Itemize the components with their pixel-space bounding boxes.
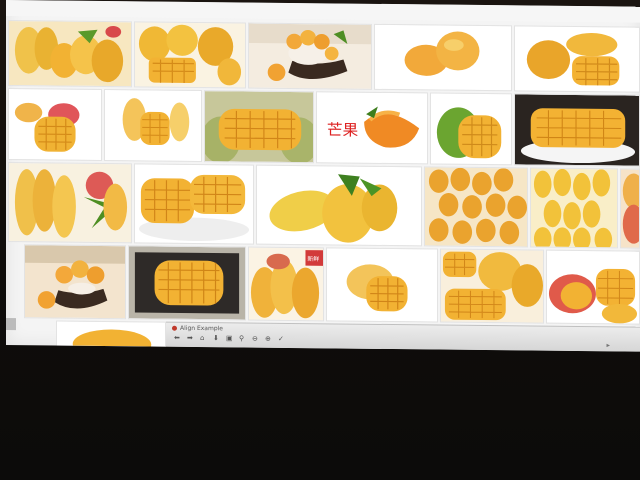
mango-image xyxy=(621,169,639,248)
forward-icon[interactable]: ➡ xyxy=(187,334,194,342)
filter-item[interactable] xyxy=(156,9,160,11)
mango-image xyxy=(249,23,371,89)
mango-image xyxy=(105,90,201,162)
filter-item[interactable] xyxy=(36,7,40,9)
mango-tile-8[interactable] xyxy=(204,90,314,164)
mango-image xyxy=(327,248,437,322)
mango-image xyxy=(515,26,639,92)
cursor-icon: ▸ xyxy=(606,341,610,350)
mango-image xyxy=(257,165,421,246)
mango-tile-2[interactable] xyxy=(134,21,246,89)
filter-item[interactable] xyxy=(192,9,196,11)
filter-item[interactable] xyxy=(84,8,88,10)
mango-image xyxy=(531,168,617,248)
mango-tile-10[interactable] xyxy=(430,92,512,166)
mango-image xyxy=(375,24,511,91)
tool-icon[interactable]: ✓ xyxy=(278,335,285,343)
filter-item[interactable] xyxy=(180,9,184,11)
save-icon[interactable]: ▣ xyxy=(226,334,233,342)
viewer-toolbar: Align Example ⬅ ➡ ⌂ ⬇ ▣ ⚲ ⊖ ⊕ ✓ ▸ xyxy=(166,321,640,352)
mango-tile-7[interactable] xyxy=(104,89,202,163)
mango-tile-19[interactable] xyxy=(128,245,246,321)
mango-tile-21[interactable] xyxy=(326,247,438,323)
filter-item[interactable] xyxy=(216,9,220,11)
mango-image xyxy=(129,246,245,320)
mango-image xyxy=(205,91,313,163)
filter-item[interactable] xyxy=(72,8,76,10)
mango-tile-18[interactable] xyxy=(24,244,126,320)
filter-item[interactable] xyxy=(108,8,112,10)
filter-item[interactable] xyxy=(12,7,16,9)
mango-tile-17[interactable] xyxy=(620,168,640,249)
badge-text: 新鲜 xyxy=(307,255,319,263)
back-icon[interactable]: ⬅ xyxy=(174,334,181,342)
mango-tile-1[interactable] xyxy=(8,20,132,88)
watermark-text: 芒果 xyxy=(327,120,359,139)
mango-image xyxy=(431,93,511,165)
window-edge xyxy=(6,318,16,331)
mango-tile-11[interactable] xyxy=(514,93,640,167)
mango-tile-16[interactable] xyxy=(530,167,618,249)
filter-item[interactable] xyxy=(168,9,172,11)
filter-item[interactable] xyxy=(48,7,52,9)
mango-tile-13[interactable] xyxy=(134,163,254,245)
mango-image xyxy=(135,164,253,244)
mango-image xyxy=(57,321,165,347)
mango-image xyxy=(9,89,101,160)
filter-item[interactable] xyxy=(132,8,136,10)
filter-item[interactable] xyxy=(204,9,208,11)
mango-tile-20[interactable]: 新鲜 xyxy=(248,246,324,322)
mango-tile-6[interactable] xyxy=(8,88,102,162)
filter-item[interactable] xyxy=(144,8,148,10)
mango-image xyxy=(515,94,639,166)
mango-image xyxy=(9,21,131,87)
mango-image xyxy=(547,250,639,324)
app-icon xyxy=(172,325,177,331)
search-icon[interactable]: ⚲ xyxy=(239,334,246,342)
mango-tile-9[interactable]: 芒果 xyxy=(316,91,428,165)
toolbar-title: Align Example xyxy=(180,324,223,333)
screen: 芒果 新鲜 Align Example ⬅ ➡ ⌂ ⬇ ▣ ⚲ ⊖ ⊕ ✓ ▸ xyxy=(6,0,640,352)
mango-image xyxy=(9,163,131,243)
image-results-grid: 芒果 新鲜 xyxy=(6,16,640,352)
mango-image: 芒果 xyxy=(317,92,427,164)
toolbar-icons: ⬅ ➡ ⌂ ⬇ ▣ ⚲ ⊖ ⊕ ✓ xyxy=(174,334,285,343)
down-icon[interactable]: ⬇ xyxy=(213,334,220,342)
zoom-out-icon[interactable]: ⊖ xyxy=(252,335,259,343)
mango-tile-4[interactable] xyxy=(374,23,512,92)
filter-item[interactable] xyxy=(60,8,64,10)
mango-image xyxy=(135,22,245,88)
mango-tile-3[interactable] xyxy=(248,22,372,90)
mango-tile-15[interactable] xyxy=(424,166,528,248)
mango-tile-23[interactable] xyxy=(546,249,640,325)
mango-tile-12[interactable] xyxy=(8,162,132,244)
mango-image xyxy=(25,245,125,319)
mango-image xyxy=(425,167,527,247)
mango-image xyxy=(441,249,543,323)
filter-item[interactable] xyxy=(96,8,100,10)
filter-item[interactable] xyxy=(120,8,124,10)
mango-tile-14[interactable] xyxy=(256,164,422,247)
filter-item[interactable] xyxy=(24,7,28,9)
mango-tile-22[interactable] xyxy=(440,248,544,324)
mango-tile-partial[interactable] xyxy=(56,320,166,348)
mango-image: 新鲜 xyxy=(249,247,323,321)
zoom-in-icon[interactable]: ⊕ xyxy=(265,335,272,343)
mango-tile-5[interactable] xyxy=(514,25,640,93)
home-icon[interactable]: ⌂ xyxy=(200,334,207,342)
